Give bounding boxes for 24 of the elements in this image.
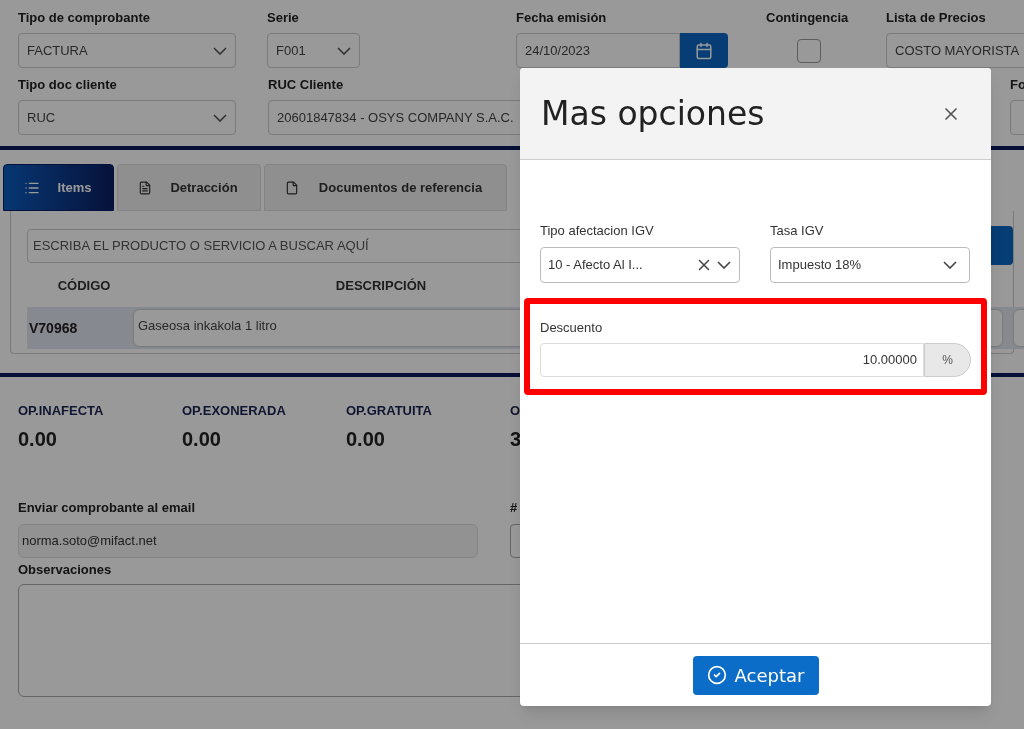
total-value: 0.00 — [346, 429, 386, 449]
total-value: 0.00 — [182, 429, 222, 449]
column-header: CÓDIGO — [56, 277, 112, 296]
code-cell-text: V70968 — [28, 318, 79, 338]
field-label: Tipo doc cliente — [18, 77, 118, 93]
field-label: Enviar comprobante al email — [18, 500, 196, 516]
percent-addon: % — [924, 343, 971, 377]
total-label: OP.INAFECTA — [18, 402, 105, 417]
field-label: # — [510, 500, 519, 516]
total-label: OP.EXONERADA — [182, 402, 287, 417]
field-label: Descuento — [540, 318, 604, 337]
field-label: Lista de Precios — [886, 10, 987, 26]
field-label: Contingencia — [766, 10, 850, 26]
total-label: OP.GRATUITA — [346, 402, 433, 417]
field-label: Observaciones — [18, 562, 113, 578]
column-header: DESCRIPCIÓN — [334, 277, 428, 296]
total-value: 3 — [510, 429, 523, 449]
total-value: 0.00 — [18, 429, 58, 449]
field-label: RUC Cliente — [268, 77, 345, 93]
field-label: Tipo de comprobante — [18, 10, 151, 26]
field-label: Serie — [267, 10, 300, 26]
dialog-title: Mas opciones — [541, 92, 765, 135]
total-label: O — [510, 402, 522, 417]
field-label: Fecha emisión — [516, 10, 608, 26]
